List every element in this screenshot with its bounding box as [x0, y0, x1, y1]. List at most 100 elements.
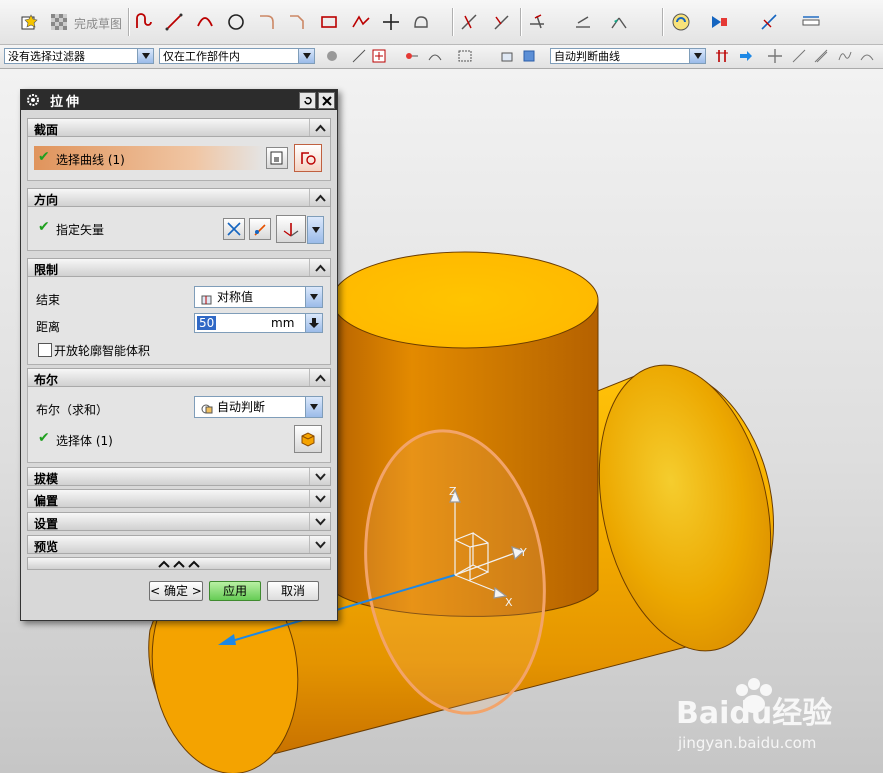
more-options-bar[interactable]	[27, 557, 331, 570]
line-icon[interactable]	[163, 9, 185, 35]
cancel-button[interactable]: 取消	[267, 581, 319, 601]
point-icon[interactable]	[380, 9, 402, 35]
offset-group-header[interactable]: 偏置	[27, 489, 331, 508]
measure-icon[interactable]	[800, 9, 822, 35]
select-curve-button[interactable]	[294, 144, 322, 172]
chevron-down-icon[interactable]	[298, 49, 314, 63]
select-body-button[interactable]	[294, 425, 322, 453]
display-icon[interactable]	[708, 9, 730, 35]
distance-field[interactable]: 50 mm	[194, 313, 323, 333]
dialog-titlebar[interactable]: 拉伸	[21, 90, 337, 110]
section-group-body: ✔ 选择曲线 (1)	[27, 137, 331, 181]
gear-select-icon[interactable]	[323, 47, 341, 65]
reattach-icon[interactable]	[670, 9, 692, 35]
selection-filter-value: 没有选择过滤器	[8, 50, 85, 63]
direction-group-header[interactable]: 方向	[27, 188, 331, 207]
boolean-label: 布尔（求和）	[36, 403, 109, 417]
apply-button[interactable]: 应用	[209, 581, 261, 601]
fillet-icon[interactable]	[256, 9, 278, 35]
line-snap-2-icon[interactable]	[812, 47, 830, 65]
sketch-icon[interactable]	[18, 9, 40, 35]
chevron-down-icon[interactable]	[305, 287, 322, 307]
boolean-option-select[interactable]: 自动判断	[194, 396, 323, 418]
boolean-group-body: 布尔（求和） 自动判断 ✔ 选择体 (1)	[27, 387, 331, 463]
stop-at-intersection-icon[interactable]	[713, 47, 731, 65]
polyline-icon[interactable]	[350, 9, 372, 35]
chevrons-up-icon[interactable]	[158, 560, 200, 568]
chevron-up-icon[interactable]	[309, 119, 330, 136]
chevron-down-icon[interactable]	[689, 49, 705, 63]
make-corner-icon[interactable]	[526, 9, 548, 35]
chevron-down-icon[interactable]	[309, 513, 330, 530]
curve-rule-icon[interactable]	[426, 47, 444, 65]
end-option-value: 对称值	[217, 290, 254, 304]
circle-icon[interactable]	[225, 9, 247, 35]
scope-dropdown[interactable]: 仅在工作部件内	[159, 48, 315, 64]
arc-icon[interactable]	[194, 9, 216, 35]
profile-icon[interactable]	[133, 9, 155, 35]
chevron-up-icon[interactable]	[309, 259, 330, 276]
follow-fillet-icon[interactable]	[736, 47, 754, 65]
end-option-select[interactable]: 对称值	[194, 286, 323, 308]
boolean-option-value: 自动判断	[217, 400, 266, 414]
draft-group-header[interactable]: 拔模	[27, 467, 331, 486]
chevron-down-icon[interactable]	[305, 397, 322, 417]
gear-icon[interactable]	[24, 91, 42, 109]
distance-value[interactable]: 50	[197, 316, 217, 330]
move-icon[interactable]	[766, 47, 784, 65]
direction-header-label: 方向	[34, 193, 59, 207]
select-face-icon[interactable]	[520, 47, 538, 65]
selection-filter-dropdown[interactable]: 没有选择过滤器	[4, 48, 154, 64]
add-point-icon[interactable]	[370, 47, 388, 65]
sketch-section-button[interactable]	[266, 147, 288, 169]
curve-snap-2-icon[interactable]	[858, 47, 876, 65]
curve-rule-dropdown[interactable]: 自动判断曲线	[550, 48, 706, 64]
chevron-down-icon[interactable]	[309, 490, 330, 507]
open-profile-checkbox[interactable]	[38, 343, 52, 357]
symmetric-icon	[201, 291, 213, 311]
reset-icon[interactable]	[299, 92, 316, 109]
limits-group-header[interactable]: 限制	[27, 258, 331, 277]
chevron-down-icon[interactable]	[307, 216, 324, 244]
quick-trim-icon[interactable]	[458, 9, 480, 35]
line-snap-icon[interactable]	[790, 47, 808, 65]
vector-dialog-button[interactable]	[249, 218, 271, 240]
dimension-icon[interactable]	[608, 9, 630, 35]
constraint-icon[interactable]	[572, 9, 594, 35]
watermark-url: jingyan.baidu.com	[677, 734, 816, 752]
chevron-up-icon[interactable]	[309, 369, 330, 386]
chevron-down-icon[interactable]	[309, 468, 330, 485]
close-icon[interactable]	[318, 92, 335, 109]
rectangle-select-icon[interactable]	[456, 47, 474, 65]
finish-sketch-label[interactable]: 完成草图	[74, 15, 122, 32]
finish-sketch-icon[interactable]	[48, 9, 70, 35]
vector-type-button[interactable]	[276, 215, 306, 243]
x-axis-label: X	[505, 596, 513, 609]
chevron-down-icon[interactable]	[137, 49, 153, 63]
reverse-direction-button[interactable]	[223, 218, 245, 240]
top-face[interactable]	[331, 251, 599, 349]
snap-point-icon[interactable]	[402, 47, 420, 65]
dialog-title: 拉伸	[50, 94, 83, 110]
curve-snap-icon[interactable]	[836, 47, 854, 65]
boolean-group-header[interactable]: 布尔	[27, 368, 331, 387]
rectangle-icon[interactable]	[318, 9, 340, 35]
down-arrow-icon[interactable]	[305, 314, 322, 332]
quick-extend-icon[interactable]	[490, 9, 512, 35]
settings-group-header[interactable]: 设置	[27, 512, 331, 531]
select-body-icon[interactable]	[498, 47, 516, 65]
ok-button[interactable]: < 确定 >	[149, 581, 203, 601]
snap-icon[interactable]	[350, 47, 368, 65]
chamfer-icon[interactable]	[286, 9, 308, 35]
infer-boolean-icon	[201, 401, 213, 421]
limits-header-label: 限制	[34, 263, 59, 277]
chevron-up-icon[interactable]	[309, 189, 330, 206]
chevron-down-icon[interactable]	[309, 536, 330, 553]
extrude-dialog: 拉伸 截面 ✔ 选择曲线 (1) 方向 ✔ 指定矢量 限制 结束 对称值 距离 …	[20, 89, 338, 621]
offset-header-label: 偏置	[34, 494, 59, 508]
section-group-header[interactable]: 截面	[27, 118, 331, 137]
preview-group-header[interactable]: 预览	[27, 535, 331, 554]
sketch-analysis-icon[interactable]	[758, 9, 780, 35]
offset-curve-icon[interactable]	[410, 9, 432, 35]
end-label: 结束	[36, 293, 61, 307]
